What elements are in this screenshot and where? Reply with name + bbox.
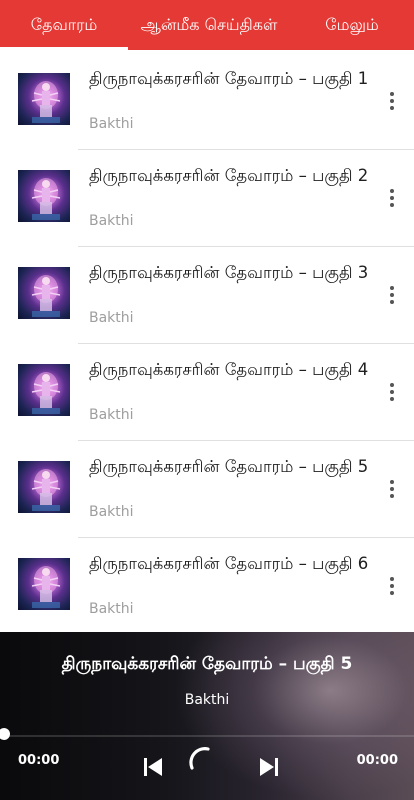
list-item[interactable]: திருநாவுக்கரசரின் தேவாரம் – பகுதி 3 Bakt…: [0, 247, 414, 344]
list-item[interactable]: திருநாவுக்கரசரின் தேவாரம் – பகுதி 2 Bakt…: [0, 150, 414, 247]
deity-thumbnail-icon: [18, 364, 70, 416]
mini-player: திருநாவுக்கரசரின் தேவாரம் – பகுதி 5 Bakt…: [0, 632, 414, 800]
song-title: திருநாவுக்கரசரின் தேவாரம் – பகுதி 5: [89, 457, 369, 476]
more-vert-icon[interactable]: [380, 572, 404, 600]
song-artist: Bakthi: [89, 116, 134, 132]
list-item[interactable]: திருநாவுக்கரசரின் தேவாரம் – பகுதி 4 Bakt…: [0, 344, 414, 441]
song-artist: Bakthi: [89, 213, 134, 229]
more-vert-icon[interactable]: [380, 184, 404, 212]
seek-knob[interactable]: [0, 728, 10, 740]
tab-bar: தேவாரம் ஆன்மீக செய்திகள் மேலும்: [0, 0, 414, 50]
list-item[interactable]: திருநாவுக்கரசரின் தேவாரம் – பகுதி 1 Bakt…: [0, 53, 414, 150]
seek-bar[interactable]: [0, 735, 414, 737]
player-title: திருநாவுக்கரசரின் தேவாரம் – பகுதி 5: [61, 654, 353, 674]
song-title: திருநாவுக்கரசரின் தேவாரம் – பகுதி 3: [89, 263, 369, 282]
song-artist: Bakthi: [89, 407, 134, 423]
more-vert-icon[interactable]: [380, 378, 404, 406]
more-vert-icon[interactable]: [380, 87, 404, 115]
song-title: திருநாவுக்கரசரின் தேவாரம் – பகுதி 4: [89, 360, 369, 379]
elapsed-time: 00:00: [18, 753, 60, 768]
loading-spinner-icon[interactable]: [188, 744, 218, 778]
tab-spiritual-news[interactable]: ஆன்மீக செய்திகள்: [128, 0, 290, 50]
deity-thumbnail-icon: [18, 267, 70, 319]
duration-time: 00:00: [356, 753, 398, 768]
song-artist: Bakthi: [89, 310, 134, 326]
tab-more[interactable]: மேலும்: [290, 0, 414, 50]
deity-thumbnail-icon: [18, 170, 70, 222]
deity-thumbnail-icon: [18, 558, 70, 610]
song-title: திருநாவுக்கரசரின் தேவாரம் – பகுதி 1: [89, 69, 369, 88]
deity-thumbnail-icon: [18, 73, 70, 125]
tab-thevaram[interactable]: தேவாரம்: [0, 0, 128, 50]
song-artist: Bakthi: [89, 504, 134, 520]
skip-next-icon[interactable]: [258, 756, 280, 782]
player-artist: Bakthi: [184, 692, 230, 708]
skip-previous-icon[interactable]: [142, 756, 164, 782]
song-artist: Bakthi: [89, 601, 134, 617]
song-list: திருநாவுக்கரசரின் தேவாரம் – பகுதி 1 Bakt…: [0, 53, 414, 635]
more-vert-icon[interactable]: [380, 475, 404, 503]
list-item[interactable]: திருநாவுக்கரசரின் தேவாரம் – பகுதி 6 Bakt…: [0, 538, 414, 635]
list-item[interactable]: திருநாவுக்கரசரின் தேவாரம் – பகுதி 5 Bakt…: [0, 441, 414, 538]
song-title: திருநாவுக்கரசரின் தேவாரம் – பகுதி 2: [89, 166, 369, 185]
song-title: திருநாவுக்கரசரின் தேவாரம் – பகுதி 6: [89, 554, 369, 573]
deity-thumbnail-icon: [18, 461, 70, 513]
more-vert-icon[interactable]: [380, 281, 404, 309]
